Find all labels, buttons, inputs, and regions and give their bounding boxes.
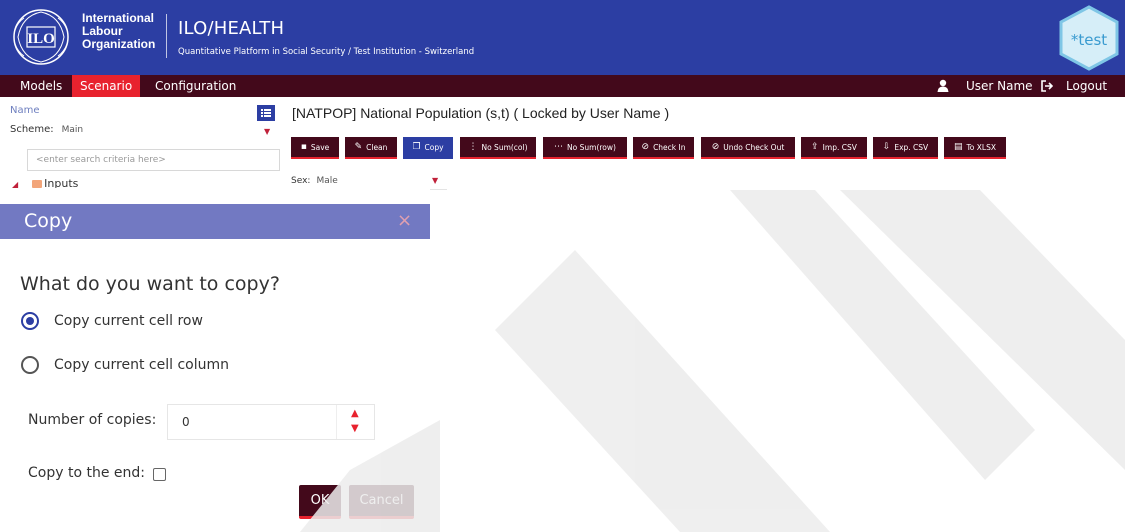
export-csv-label: Exp. CSV bbox=[894, 142, 929, 152]
sex-filter[interactable]: Sex: Male bbox=[291, 176, 338, 186]
copy-label: Copy bbox=[424, 142, 444, 152]
dialog-question: What do you want to copy? bbox=[20, 273, 280, 295]
copies-label: Number of copies: bbox=[28, 412, 157, 428]
ok-button[interactable]: OK bbox=[299, 485, 341, 519]
check-icon: ⊘ bbox=[641, 142, 650, 152]
svg-text:*test: *test bbox=[1071, 31, 1107, 49]
no-sum-row-label: No Sum(row) bbox=[567, 142, 616, 152]
clean-icon: ✎ bbox=[354, 142, 363, 152]
import-icon: ⇪ bbox=[811, 142, 819, 152]
copy-icon: ❐ bbox=[412, 142, 421, 152]
import-csv-button[interactable]: ⇪ Imp. CSV bbox=[801, 137, 867, 159]
radio-copy-column-label[interactable]: Copy current cell column bbox=[54, 357, 229, 373]
radio-copy-row[interactable] bbox=[21, 312, 39, 330]
copy-dialog: Copy × What do you want to copy? Copy cu… bbox=[0, 188, 430, 532]
radio-copy-column[interactable] bbox=[21, 356, 39, 374]
user-name[interactable]: User Name bbox=[966, 75, 1033, 97]
spin-up-icon[interactable]: ▲ bbox=[351, 408, 359, 419]
clean-button[interactable]: ✎ Clean bbox=[345, 137, 397, 159]
undo-check-out-button[interactable]: ⊘ Undo Check Out bbox=[701, 137, 795, 159]
export-csv-button[interactable]: ⇩ Exp. CSV bbox=[873, 137, 938, 159]
page-title: [NATPOP] National Population (s,t) ( Loc… bbox=[292, 105, 670, 121]
undo-check-out-label: Undo Check Out bbox=[723, 142, 785, 152]
dialog-title-bar: Copy × bbox=[0, 204, 430, 239]
no-sum-col-label: No Sum(col) bbox=[481, 142, 528, 152]
scheme-caret-icon[interactable]: ▼ bbox=[264, 127, 270, 136]
spinner: ▲ ▼ bbox=[336, 405, 374, 439]
header-divider bbox=[166, 14, 167, 58]
import-csv-label: Imp. CSV bbox=[822, 142, 857, 152]
clean-label: Clean bbox=[366, 142, 388, 152]
scheme-value: Main bbox=[61, 125, 84, 135]
folder-icon bbox=[32, 180, 43, 188]
scheme-select[interactable]: Scheme: Main bbox=[10, 124, 83, 135]
to-xlsx-label: To XLSX bbox=[966, 142, 997, 152]
export-icon: ⇩ bbox=[882, 142, 891, 152]
save-icon: ▪ bbox=[300, 142, 307, 152]
app-header: ILO International Labour Organization IL… bbox=[0, 0, 1125, 75]
logout-icon bbox=[1041, 80, 1053, 92]
test-badge: *test bbox=[1059, 5, 1119, 71]
svg-text:ILO: ILO bbox=[27, 31, 55, 47]
ilo-logo-icon: ILO bbox=[13, 9, 69, 65]
copy-button[interactable]: ❐ Copy bbox=[403, 137, 453, 159]
save-button[interactable]: ▪ Save bbox=[291, 137, 339, 159]
main-nav: Models Scenario Configuration User Name … bbox=[0, 75, 1125, 97]
scheme-label: Scheme: bbox=[10, 124, 54, 135]
name-label: Name bbox=[10, 105, 40, 116]
user-icon bbox=[937, 79, 949, 92]
sex-value: Male bbox=[316, 176, 338, 186]
app-title: ILO/HEALTH bbox=[178, 18, 285, 39]
app-subtitle: Quantitative Platform in Social Security… bbox=[178, 47, 475, 57]
no-sum-row-button[interactable]: ⋯ No Sum(row) bbox=[543, 137, 627, 159]
copies-stepper[interactable]: 0 ▲ ▼ bbox=[167, 404, 375, 440]
spin-down-icon[interactable]: ▼ bbox=[351, 423, 359, 434]
to-xlsx-button[interactable]: ▤ To XLSX bbox=[944, 137, 1006, 159]
nav-scenario[interactable]: Scenario bbox=[72, 75, 141, 97]
undo-icon: ⊘ bbox=[711, 142, 720, 152]
search-input[interactable]: <enter search criteria here> bbox=[27, 149, 280, 171]
sex-caret-icon[interactable]: ▼ bbox=[432, 176, 438, 185]
column-icon: ⋮ bbox=[468, 142, 478, 152]
save-label: Save bbox=[310, 142, 330, 152]
no-sum-col-button[interactable]: ⋮ No Sum(col) bbox=[460, 137, 536, 159]
check-in-label: Check In bbox=[653, 142, 686, 152]
copy-to-end-checkbox[interactable] bbox=[153, 468, 166, 481]
app-root: ILO International Labour Organization IL… bbox=[0, 0, 1125, 532]
nav-models[interactable]: Models bbox=[12, 75, 70, 97]
left-panel: Name Scheme: Main ▼ <enter search criteri… bbox=[0, 97, 280, 190]
grid-icon[interactable] bbox=[257, 105, 275, 121]
dialog-title: Copy bbox=[24, 210, 73, 232]
copies-value[interactable]: 0 bbox=[182, 415, 190, 429]
organization-name: International Labour Organization bbox=[82, 12, 155, 51]
close-icon[interactable]: × bbox=[397, 210, 412, 231]
radio-copy-row-label[interactable]: Copy current cell row bbox=[54, 313, 203, 329]
copy-to-end-label: Copy to the end: bbox=[28, 465, 145, 481]
sex-label: Sex: bbox=[291, 176, 311, 186]
check-in-button[interactable]: ⊘ Check In bbox=[633, 137, 694, 159]
row-icon: ⋯ bbox=[554, 142, 564, 152]
xlsx-icon: ▤ bbox=[953, 142, 963, 152]
org-line-3: Organization bbox=[82, 37, 156, 51]
logout-link[interactable]: Logout bbox=[1066, 75, 1107, 97]
cancel-button[interactable]: Cancel bbox=[349, 485, 414, 519]
nav-configuration[interactable]: Configuration bbox=[147, 75, 244, 97]
